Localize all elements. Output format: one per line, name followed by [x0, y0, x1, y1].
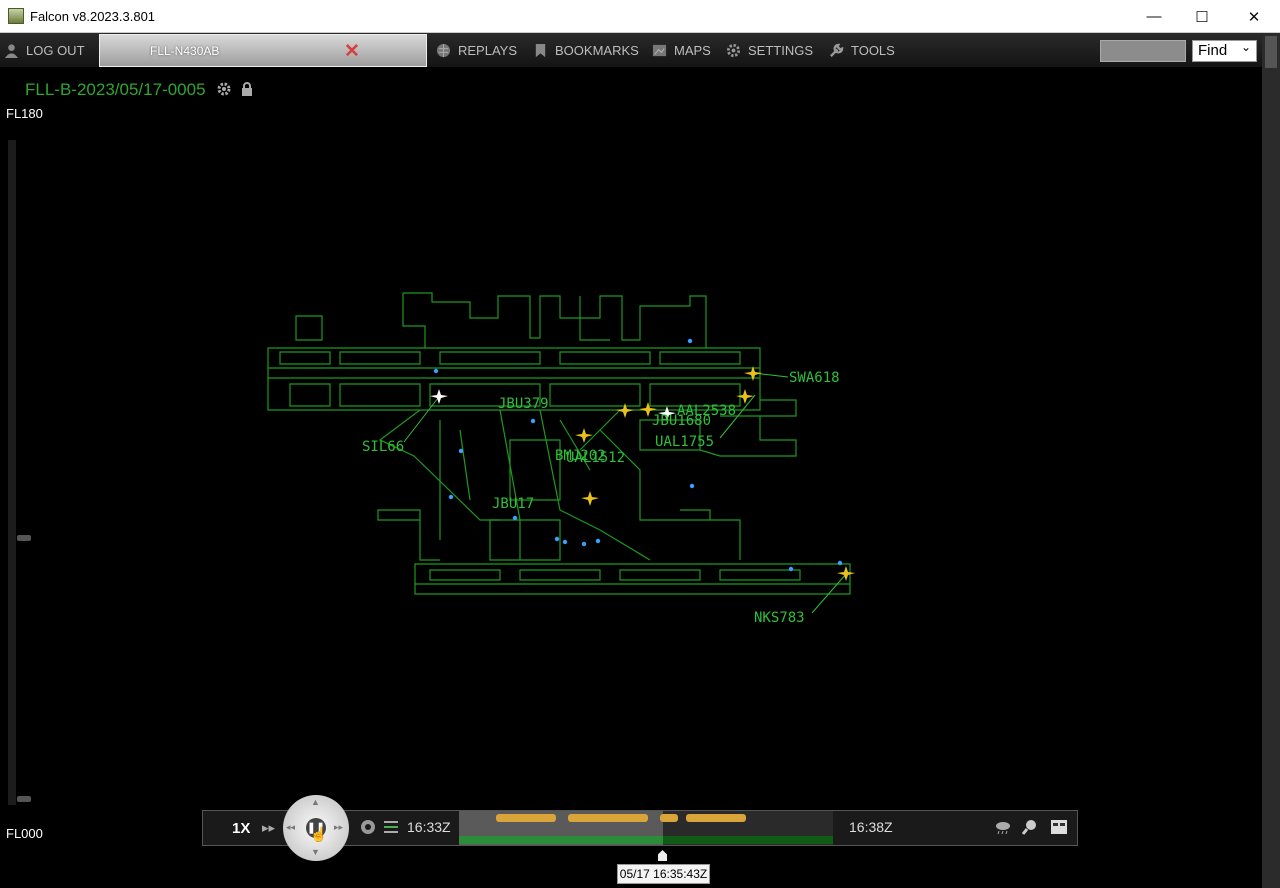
mouse-pointer-icon: ☝	[310, 826, 328, 842]
event-segment[interactable]	[660, 814, 678, 822]
aircraft-sil66[interactable]	[430, 389, 448, 404]
timeline-cursor-time: 05/17 16:35:43Z	[617, 864, 710, 884]
aircraft-nks783[interactable]	[837, 566, 855, 581]
callsign-label[interactable]: JBU17	[492, 496, 534, 512]
search-zoom-icon[interactable]	[1021, 818, 1039, 836]
step-back-icon[interactable]: ▼	[311, 847, 320, 857]
vehicle-target[interactable]	[512, 515, 518, 521]
forward-icon[interactable]: ▸▸	[334, 822, 343, 833]
aircraft-jbu379[interactable]	[616, 403, 634, 418]
aircraft-ual1755[interactable]	[736, 389, 754, 404]
rewind-icon[interactable]: ◂◂	[286, 822, 295, 833]
data-panel-icon[interactable]	[1050, 818, 1068, 836]
vertical-scrollbar[interactable]	[1262, 33, 1280, 888]
aircraft-bmj202[interactable]	[575, 428, 593, 443]
event-segment[interactable]	[686, 814, 746, 822]
aircraft-layer	[430, 366, 855, 581]
callsign-label[interactable]: NKS783	[754, 610, 805, 626]
callsign-label[interactable]: JBU379	[498, 396, 549, 412]
vehicle-target[interactable]	[562, 539, 568, 545]
event-segment[interactable]	[496, 814, 556, 822]
vehicle-target[interactable]	[687, 338, 693, 344]
event-segment[interactable]	[568, 814, 648, 822]
weather-icon[interactable]	[994, 818, 1012, 836]
vehicle-target[interactable]	[530, 418, 536, 424]
callsign-label[interactable]: UAL1755	[655, 434, 714, 450]
airport-map	[267, 292, 851, 595]
step-forward-icon[interactable]: ▲	[311, 797, 320, 807]
callsign-label[interactable]: JBU1680	[652, 413, 711, 429]
vehicle-target[interactable]	[458, 448, 464, 454]
callsign-label[interactable]: SWA618	[789, 370, 840, 386]
vehicle-target[interactable]	[433, 368, 439, 374]
playback-speed[interactable]: 1X	[232, 820, 250, 837]
vehicle-target[interactable]	[788, 566, 794, 572]
scrollbar-thumb[interactable]	[1265, 36, 1277, 68]
filter-icon[interactable]	[382, 818, 400, 836]
callsign-label[interactable]: UAL1512	[566, 450, 625, 466]
radar-scope[interactable]: SWA618 JBU379 AAL2538 JBU1680 UAL1755 SI…	[0, 0, 1262, 888]
timeline-start-time: 16:33Z	[407, 819, 451, 835]
vehicle-target[interactable]	[837, 560, 843, 566]
coverage-played	[459, 836, 663, 844]
fast-forward-icon[interactable]: ▸▸	[262, 820, 275, 836]
vehicle-target[interactable]	[448, 494, 454, 500]
vehicle-target[interactable]	[581, 541, 587, 547]
callsign-label[interactable]: SIL66	[362, 439, 404, 455]
vehicle-target[interactable]	[595, 538, 601, 544]
aircraft-jbu17[interactable]	[581, 491, 599, 506]
vehicle-target[interactable]	[689, 483, 695, 489]
callsign-labels: SWA618 JBU379 AAL2538 JBU1680 UAL1755 SI…	[362, 370, 840, 626]
vehicle-target[interactable]	[554, 536, 560, 542]
timeline-end-time: 16:38Z	[849, 819, 893, 835]
loop-icon[interactable]	[359, 818, 377, 836]
vehicle-layer	[433, 338, 843, 572]
